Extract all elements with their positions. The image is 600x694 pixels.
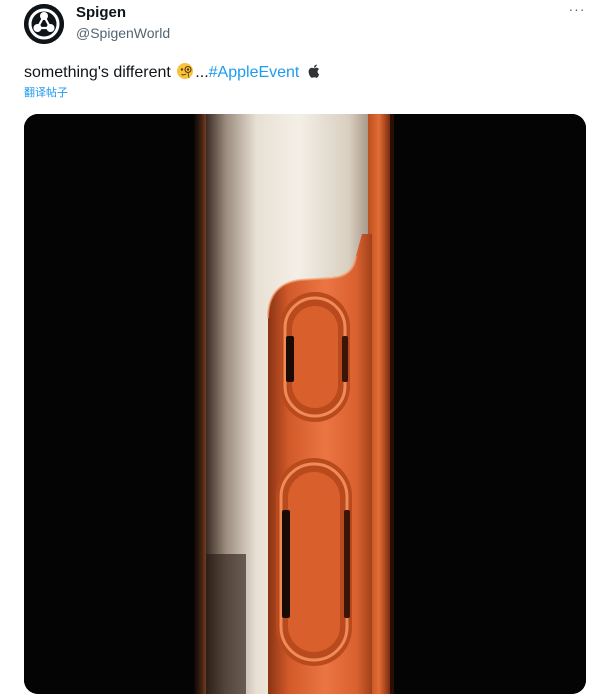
hashtag-link[interactable]: #AppleEvent [209,64,300,81]
more-horizontal-icon: ··· [568,1,586,17]
tweet-media-image[interactable] [24,114,586,694]
translate-post-link[interactable]: 翻译帖子 [24,86,68,100]
spigen-logo-icon [24,4,64,44]
apple-logo-icon [308,64,320,78]
tweet-text: something's different ...#AppleEvent [24,62,324,83]
author-handle[interactable]: @SpigenWorld [76,24,170,42]
author-avatar[interactable] [24,4,64,44]
tweet-ellipsis: ... [195,64,209,81]
author-display-name[interactable]: Spigen [76,4,126,22]
more-options-button[interactable]: ··· [566,2,588,20]
monocle-face-emoji-icon [177,63,194,79]
phone-side-buttons-photo [24,114,586,694]
tweet-text-body: something's different [24,64,176,81]
